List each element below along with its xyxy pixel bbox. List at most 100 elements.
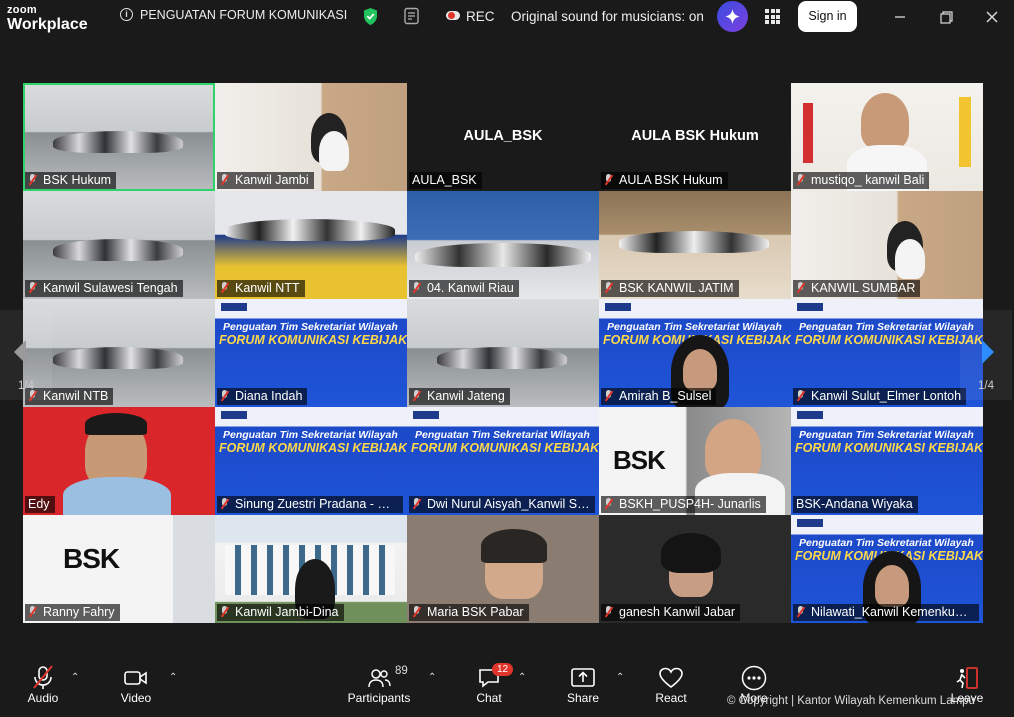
participant-name-tag: Kanwil Sulawesi Tengah: [25, 280, 183, 297]
share-button[interactable]: Share: [564, 665, 602, 705]
chat-button[interactable]: 12 Chat: [472, 663, 514, 705]
recording-indicator[interactable]: REC: [446, 9, 495, 24]
sign-in-button[interactable]: Sign in: [798, 1, 857, 32]
slide-header: Penguatan Tim Sekretariat Wilayah: [223, 321, 398, 333]
participant-name-tag: Kanwil NTT: [217, 280, 305, 297]
participant-name-tag: 04. Kanwil Riau: [409, 280, 519, 297]
participant-name-tag: ganesh Kanwil Jabar: [601, 604, 741, 621]
video-tile[interactable]: Kanwil NTT: [215, 191, 407, 299]
video-tile[interactable]: Penguatan Tim Sekretariat Wilayah FORUM K…: [791, 515, 983, 623]
participant-name: BSK-Andana Wiyaka: [796, 497, 913, 511]
audio-button[interactable]: Audio: [24, 665, 62, 705]
participant-name: ganesh Kanwil Jabar: [619, 605, 736, 619]
participant-name: Kanwil Jateng: [427, 389, 505, 403]
participants-button[interactable]: 89 Participants: [346, 665, 412, 705]
participant-name-tag: BSK Hukum: [25, 172, 117, 189]
minimize-icon[interactable]: [889, 6, 911, 28]
participant-name-tag: AULA_BSK: [409, 172, 482, 189]
video-tile[interactable]: AULA_BSK AULA_BSK: [407, 83, 599, 191]
video-tile[interactable]: Kanwil Jambi: [215, 83, 407, 191]
video-tile[interactable]: KANWIL SUMBAR: [791, 191, 983, 299]
video-gallery: BSK Hukum Kanwil Jambi AULA_BSK AULA_BSK AUL…: [23, 83, 983, 624]
audio-label: Audio: [27, 691, 59, 705]
record-icon: [446, 11, 460, 20]
mic-muted-icon: [412, 606, 421, 617]
next-page-button[interactable]: 1/4: [960, 310, 1012, 400]
close-icon[interactable]: [981, 6, 1003, 28]
video-tile[interactable]: Edy: [23, 407, 215, 515]
mic-muted-icon: [604, 498, 613, 509]
video-tile[interactable]: Penguatan Tim Sekretariat Wilayah FORUM K…: [215, 299, 407, 407]
document-icon[interactable]: [403, 7, 421, 30]
video-options-caret[interactable]: ⌃: [169, 672, 177, 683]
chat-options-caret[interactable]: ⌃: [518, 672, 526, 683]
participant-name-tag: Dwi Nurul Aisyah_Kanwil Sulteng: [409, 496, 595, 513]
video-tile[interactable]: BSK KANWIL JATIM: [599, 191, 791, 299]
mic-muted-icon: [412, 390, 421, 401]
participant-name-tag: BSKH_PUSP4H- Junarlis: [601, 496, 766, 513]
rec-label: REC: [466, 9, 495, 24]
video-tile[interactable]: Kanwil Jambi-Dina: [215, 515, 407, 623]
share-label: Share: [566, 691, 600, 705]
participant-name-tag: Nilawati_Kanwil Kemenkum Kalteng: [793, 604, 979, 621]
original-sound-status[interactable]: Original sound for musicians: on: [511, 9, 704, 24]
title-bar: zoom Workplace i PENGUATAN FORUM KOMUNIK…: [0, 0, 1014, 38]
slide-title: FORUM KOMUNIKASI KEBIJAKAN: [411, 441, 599, 455]
participant-name: AULA_BSK: [412, 173, 477, 187]
brand-workplace: Workplace: [7, 16, 88, 33]
participant-name: Amirah B_Sulsel: [619, 389, 712, 403]
sparkle-icon[interactable]: [717, 1, 748, 32]
mic-muted-icon: [412, 498, 421, 509]
mic-muted-icon: [28, 606, 37, 617]
tile-center-name: AULA_BSK: [463, 128, 543, 144]
meeting-toolbar: Audio ⌃ Video ⌃ 89 Participants ⌃ 12 Cha…: [0, 657, 1014, 717]
grid-icon[interactable]: [765, 9, 780, 24]
react-button[interactable]: React: [654, 665, 688, 705]
video-tile[interactable]: AULA BSK Hukum AULA BSK Hukum: [599, 83, 791, 191]
slide-header: Penguatan Tim Sekretariat Wilayah: [415, 429, 590, 441]
video-tile[interactable]: Penguatan Tim Sekretariat Wilayah FORUM K…: [791, 407, 983, 515]
info-icon[interactable]: i: [120, 8, 133, 21]
video-tile[interactable]: Penguatan Tim Sekretariat Wilayah FORUM K…: [599, 299, 791, 407]
video-tile[interactable]: ganesh Kanwil Jabar: [599, 515, 791, 623]
video-tile[interactable]: BSK Hukum: [23, 83, 215, 191]
slide-title: FORUM KOMUNIKASI KEBIJAKAN: [219, 441, 407, 455]
video-tile[interactable]: Penguatan Tim Sekretariat Wilayah FORUM K…: [407, 407, 599, 515]
chevron-left-icon: [14, 340, 26, 364]
previous-page-button[interactable]: 1/4: [0, 310, 52, 400]
video-tile[interactable]: Kanwil Sulawesi Tengah: [23, 191, 215, 299]
participants-options-caret[interactable]: ⌃: [428, 672, 436, 683]
participants-icon: 89: [346, 665, 412, 691]
react-label: React: [655, 691, 687, 705]
participant-name: Maria BSK Pabar: [427, 605, 524, 619]
participant-name-tag: Maria BSK Pabar: [409, 604, 529, 621]
audio-options-caret[interactable]: ⌃: [71, 672, 79, 683]
share-screen-icon: [564, 665, 602, 691]
video-tile[interactable]: BSK BSKH_PUSP4H- Junarlis: [599, 407, 791, 515]
video-tile[interactable]: mustiqo_ kanwil Bali: [791, 83, 983, 191]
participants-count: 89: [395, 665, 408, 677]
video-button[interactable]: Video: [117, 665, 155, 705]
share-options-caret[interactable]: ⌃: [616, 672, 624, 683]
participant-name: Nilawati_Kanwil Kemenkum Kalteng: [811, 605, 979, 619]
video-tile[interactable]: Penguatan Tim Sekretariat Wilayah FORUM K…: [215, 407, 407, 515]
participants-label: Participants: [347, 691, 411, 705]
video-tile[interactable]: Penguatan Tim Sekretariat Wilayah FORUM K…: [791, 299, 983, 407]
video-label: Video: [120, 691, 152, 705]
participant-name: Kanwil Jambi-Dina: [235, 605, 339, 619]
participant-name: mustiqo_ kanwil Bali: [811, 173, 925, 187]
shield-icon[interactable]: [362, 7, 379, 31]
video-tile[interactable]: Kanwil Jateng: [407, 299, 599, 407]
restore-icon[interactable]: [935, 6, 957, 28]
mic-muted-icon: [24, 665, 62, 691]
slide-header: Penguatan Tim Sekretariat Wilayah: [607, 321, 782, 333]
chat-label: Chat: [476, 691, 502, 705]
chat-bubble-icon: 12: [472, 663, 514, 691]
video-tile[interactable]: Maria BSK Pabar: [407, 515, 599, 623]
participant-name-tag: BSK-Andana Wiyaka: [793, 496, 918, 513]
mic-muted-icon: [220, 390, 229, 401]
video-tile[interactable]: BSK Ranny Fahry: [23, 515, 215, 623]
app-logo: zoom Workplace: [7, 5, 88, 33]
participant-name: Dwi Nurul Aisyah_Kanwil Sulteng: [427, 497, 595, 511]
video-tile[interactable]: 04. Kanwil Riau: [407, 191, 599, 299]
